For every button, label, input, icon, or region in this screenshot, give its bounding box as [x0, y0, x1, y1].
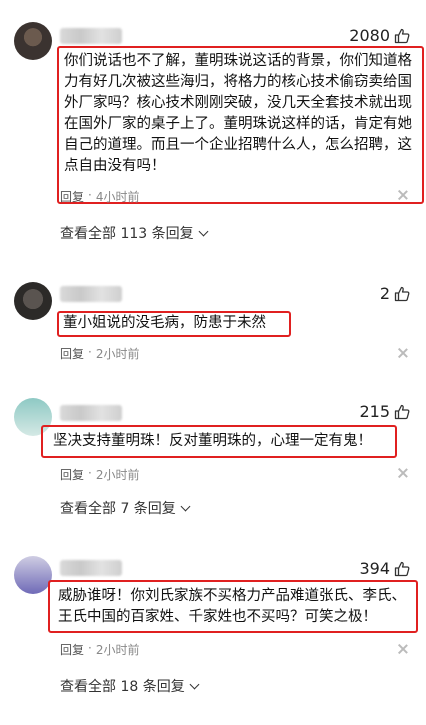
close-icon[interactable]: [398, 190, 408, 200]
chevron-down-icon: [189, 679, 200, 689]
comment-text: 坚决支持董明珠！反对董明珠的，心理一定有鬼！: [41, 425, 397, 458]
meta-separator: ·: [88, 188, 92, 202]
comment-meta: 回复 · 4小时前: [60, 188, 139, 205]
view-all-replies-label: 查看全部 7 条回复: [60, 501, 176, 517]
username-redacted[interactable]: [60, 286, 122, 302]
username-redacted[interactable]: [60, 560, 122, 576]
reply-button[interactable]: 回复: [60, 641, 84, 658]
comment-meta: 回复 · 2小时前: [60, 345, 139, 362]
comment-time: 2小时前: [95, 468, 140, 482]
like-count: 215: [359, 402, 390, 421]
view-all-replies-button[interactable]: 查看全部 113 条回复: [60, 223, 209, 243]
reply-button[interactable]: 回复: [60, 188, 84, 205]
comment-meta: 回复 · 2小时前: [60, 641, 139, 658]
like-count: 2080: [349, 26, 390, 45]
comment-text: 威胁谁呀！你刘氏家族不买格力产品难道张氏、李氏、王氏中国的百家姓、千家姓也不买吗…: [48, 580, 418, 633]
thumb-up-icon: [394, 561, 410, 576]
close-icon[interactable]: [398, 468, 408, 478]
close-icon[interactable]: [398, 348, 408, 358]
avatar[interactable]: [14, 556, 52, 594]
view-all-replies-label: 查看全部 113 条回复: [60, 226, 194, 242]
reply-button[interactable]: 回复: [60, 345, 84, 362]
like-button[interactable]: 215: [359, 402, 410, 421]
comment-time: 4小时前: [95, 190, 140, 204]
comment-time: 2小时前: [95, 347, 140, 361]
username-redacted[interactable]: [60, 405, 122, 421]
avatar[interactable]: [14, 282, 52, 320]
view-all-replies-button[interactable]: 查看全部 18 条回复: [60, 676, 200, 696]
comment-time: 2小时前: [95, 643, 140, 657]
view-all-replies-label: 查看全部 18 条回复: [60, 679, 185, 695]
comment-meta: 回复 · 2小时前: [60, 466, 139, 483]
username-redacted[interactable]: [60, 28, 122, 44]
chevron-down-icon: [180, 501, 191, 511]
thumb-up-icon: [394, 28, 410, 43]
like-button[interactable]: 2: [380, 284, 410, 303]
meta-separator: ·: [88, 345, 92, 359]
like-count: 394: [359, 559, 390, 578]
close-icon[interactable]: [398, 644, 408, 654]
avatar[interactable]: [14, 22, 52, 60]
meta-separator: ·: [88, 466, 92, 480]
thumb-up-icon: [394, 286, 410, 301]
thumb-up-icon: [394, 404, 410, 419]
like-button[interactable]: 2080: [349, 26, 410, 45]
meta-separator: ·: [88, 641, 92, 655]
reply-button[interactable]: 回复: [60, 466, 84, 483]
like-count: 2: [379, 284, 390, 303]
like-button[interactable]: 394: [359, 559, 410, 578]
view-all-replies-button[interactable]: 查看全部 7 条回复: [60, 498, 191, 518]
comment-text: 董小姐说的没毛病，防患于未然: [57, 311, 291, 337]
comment-text: 你们说话也不了解，董明珠说这话的背景，你们知道格力有好几次被这些海归，将格力的核…: [57, 46, 424, 204]
chevron-down-icon: [198, 226, 209, 236]
